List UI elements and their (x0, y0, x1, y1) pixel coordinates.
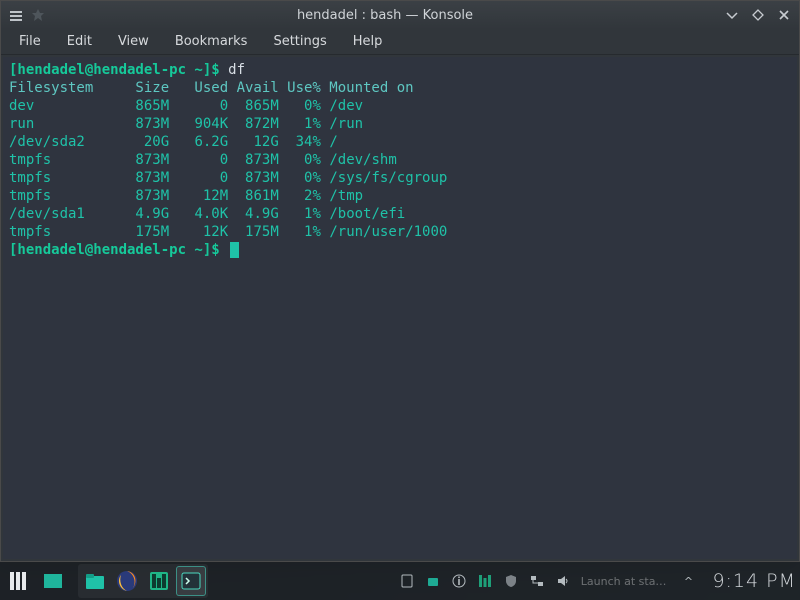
df-row: tmpfs 873M 0 873M 0% /dev/shm (9, 151, 791, 169)
tray-info-icon[interactable] (451, 573, 467, 589)
pinned-apps (78, 564, 208, 598)
tray-expand-icon[interactable]: ^ (680, 573, 696, 589)
shell-prompt: [hendadel@hendadel-pc ~]$ (9, 62, 220, 78)
tray-volume-icon[interactable] (555, 573, 571, 589)
tray-shield-icon[interactable] (503, 573, 519, 589)
menu-edit[interactable]: Edit (55, 30, 104, 53)
pin-icon[interactable] (31, 8, 45, 22)
konsole-window: hendadel : bash — Konsole File Edit View… (0, 0, 800, 562)
tray-network-icon[interactable] (529, 573, 545, 589)
show-desktop-icon[interactable] (38, 566, 68, 596)
df-row: run 873M 904K 872M 1% /run (9, 115, 791, 133)
minimize-button[interactable] (725, 8, 739, 22)
shell-prompt: [hendadel@hendadel-pc ~]$ (9, 242, 220, 258)
window-titlebar[interactable]: hendadel : bash — Konsole (1, 1, 799, 29)
menu-help[interactable]: Help (341, 30, 395, 53)
maximize-button[interactable] (751, 8, 765, 22)
shell-command: df (228, 62, 245, 78)
menu-settings[interactable]: Settings (261, 30, 338, 53)
app-menu-icon[interactable] (9, 8, 23, 22)
start-menu-icon[interactable] (4, 566, 34, 596)
terminal-cursor (230, 242, 239, 258)
system-tray: Launch at sta… ^ 9:14 PM (399, 570, 796, 592)
df-row: tmpfs 873M 12M 861M 2% /tmp (9, 187, 791, 205)
manjaro-icon[interactable] (144, 566, 174, 596)
taskbar-clock[interactable]: 9:14 PM (712, 570, 796, 592)
konsole-task-icon[interactable] (176, 566, 206, 596)
tray-usb-icon[interactable] (425, 573, 441, 589)
df-row: tmpfs 873M 0 873M 0% /sys/fs/cgroup (9, 169, 791, 187)
firefox-icon[interactable] (112, 566, 142, 596)
launch-hint-text: Launch at sta… (581, 575, 667, 588)
taskbar: Launch at sta… ^ 9:14 PM (0, 562, 800, 600)
menu-view[interactable]: View (106, 30, 161, 53)
window-title: hendadel : bash — Konsole (45, 8, 725, 23)
df-row: dev 865M 0 865M 0% /dev (9, 97, 791, 115)
file-manager-icon[interactable] (80, 566, 110, 596)
df-row: tmpfs 175M 12K 175M 1% /run/user/1000 (9, 223, 791, 241)
menubar: File Edit View Bookmarks Settings Help (1, 29, 799, 55)
terminal-area[interactable]: [hendadel@hendadel-pc ~]$ dfFilesystem S… (3, 57, 797, 559)
menu-bookmarks[interactable]: Bookmarks (163, 30, 260, 53)
df-header: Filesystem Size Used Avail Use% Mounted … (9, 79, 791, 97)
df-row: /dev/sda2 20G 6.2G 12G 34% / (9, 133, 791, 151)
df-row: /dev/sda1 4.9G 4.0K 4.9G 1% /boot/efi (9, 205, 791, 223)
tray-updates-icon[interactable] (477, 573, 493, 589)
close-button[interactable] (777, 8, 791, 22)
menu-file[interactable]: File (7, 30, 53, 53)
tray-clipboard-icon[interactable] (399, 573, 415, 589)
